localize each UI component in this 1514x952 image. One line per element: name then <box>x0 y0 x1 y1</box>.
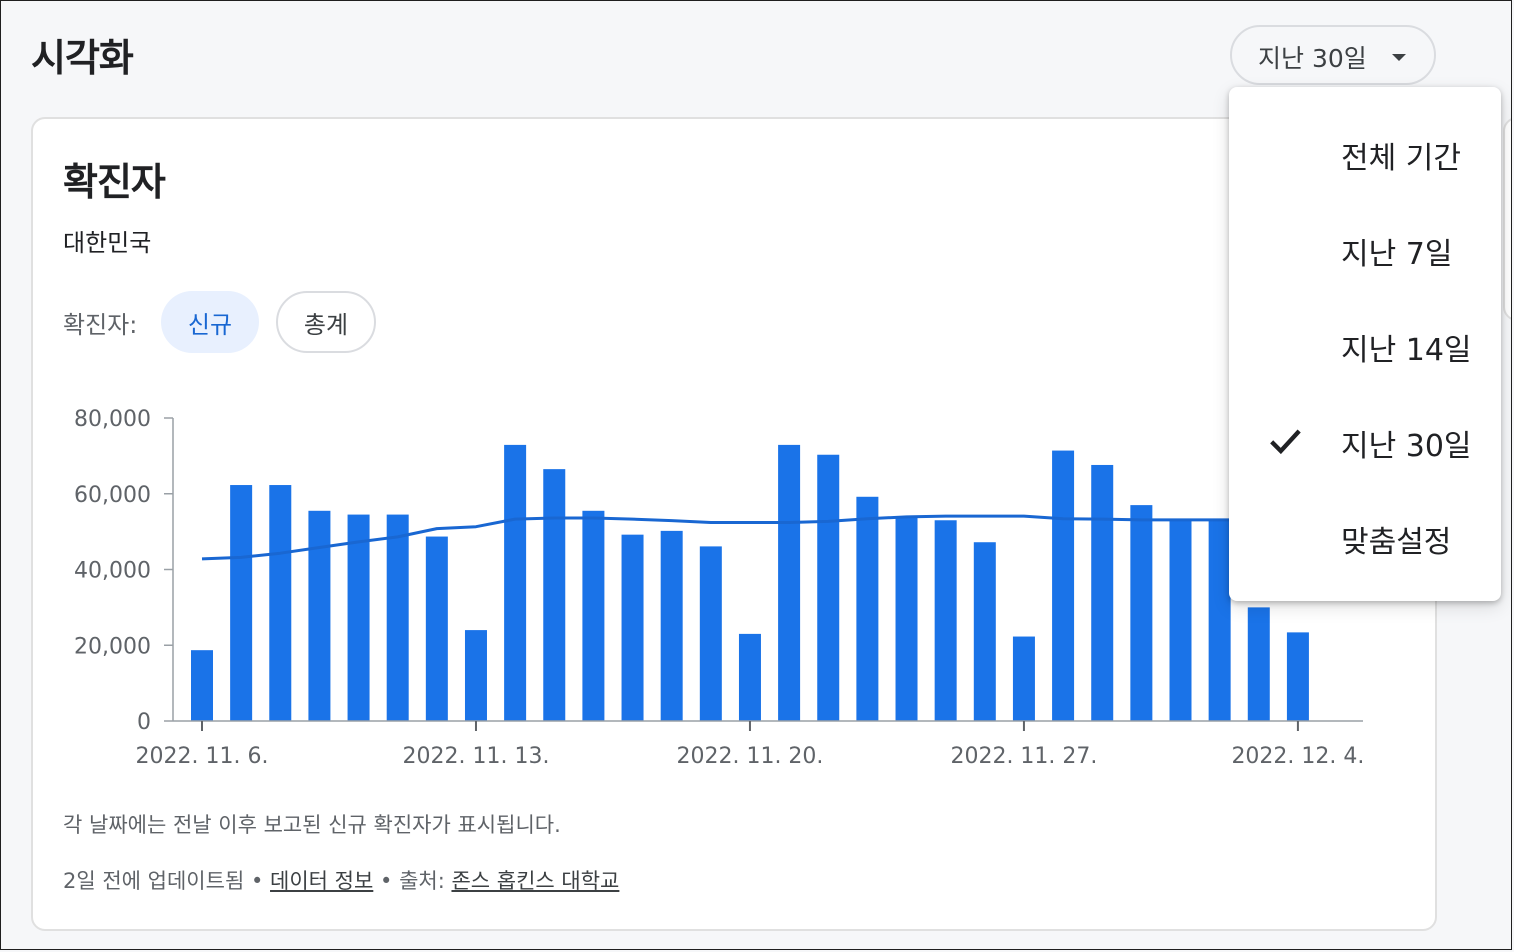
separator-dot: • <box>250 869 271 893</box>
check-icon <box>1270 429 1301 455</box>
page-title: 시각화 <box>31 36 134 80</box>
bar <box>191 650 213 721</box>
caret-down-icon <box>1392 54 1406 61</box>
bar <box>895 516 918 721</box>
date-range-dropdown[interactable]: 지난 30일 <box>1230 25 1436 85</box>
chip-total-cases[interactable]: 총계 <box>276 291 376 353</box>
chip-new-cases[interactable]: 신규 <box>161 291 259 353</box>
bar <box>738 633 761 721</box>
y-tick-label: 80,000 <box>74 407 151 432</box>
y-tick-label: 40,000 <box>74 559 151 584</box>
bar <box>504 444 527 721</box>
menu-item-last-14-days[interactable]: 지난 14일 <box>1229 295 1501 391</box>
bar <box>347 514 370 721</box>
bar <box>621 534 644 721</box>
menu-item-label: 지난 14일 <box>1341 333 1472 368</box>
bar <box>386 514 409 721</box>
menu-item-label: 지난 30일 <box>1341 429 1472 464</box>
x-tick-label: 2022. 12. 4. <box>1231 744 1364 769</box>
bar <box>543 469 566 721</box>
bar <box>1208 520 1231 721</box>
region-label: 대한민국 <box>63 229 152 257</box>
menu-item-label: 전체 기간 <box>1341 141 1461 176</box>
bar <box>269 485 292 721</box>
bar <box>1169 520 1192 721</box>
bar <box>660 530 683 721</box>
menu-item-last-7-days[interactable]: 지난 7일 <box>1229 199 1501 295</box>
x-tick-label: 2022. 11. 13. <box>403 744 550 769</box>
bar <box>778 444 801 721</box>
bar <box>934 520 957 721</box>
chip-group-label: 확진자: <box>63 311 138 339</box>
bar <box>973 542 996 721</box>
card-footer: 2일 전에 업데이트됨 • 데이터 정보 • 출처: 존스 홉킨스 대학교 <box>63 865 619 895</box>
bar <box>856 496 879 721</box>
source-link[interactable]: 존스 홉킨스 대학교 <box>451 869 619 893</box>
menu-item-label: 맞춤설정 <box>1341 525 1452 560</box>
bar <box>582 510 605 721</box>
bar <box>464 630 487 721</box>
date-range-label: 지난 30일 <box>1258 44 1367 73</box>
separator-dot: • <box>380 869 400 893</box>
source-label: 출처: <box>399 869 445 893</box>
bar <box>1012 636 1035 721</box>
menu-item-last-30-days[interactable]: 지난 30일 <box>1229 391 1501 487</box>
menu-item-all-time[interactable]: 전체 기간 <box>1229 103 1501 199</box>
x-tick-label: 2022. 11. 27. <box>950 744 1097 769</box>
card-title: 확진자 <box>63 160 166 204</box>
bar <box>1091 464 1114 721</box>
updated-text: 2일 전에 업데이트됨 <box>63 869 245 893</box>
y-tick-label: 0 <box>137 710 151 735</box>
bar <box>1130 505 1153 721</box>
data-info-link[interactable]: 데이터 정보 <box>270 869 373 893</box>
date-range-menu: 전체 기간 지난 7일 지난 14일 지난 30일 맞춤설정 <box>1229 87 1501 601</box>
bar <box>425 536 448 721</box>
x-tick-label: 2022. 11. 20. <box>676 744 823 769</box>
menu-item-label: 지난 7일 <box>1341 237 1453 272</box>
bar <box>1286 632 1309 721</box>
bar <box>1052 450 1075 721</box>
x-tick-label: 2022. 11. 6. <box>136 744 269 769</box>
bar <box>699 546 722 721</box>
bar <box>1247 607 1270 721</box>
menu-item-custom[interactable]: 맞춤설정 <box>1229 487 1501 583</box>
bar <box>230 485 253 721</box>
y-tick-label: 20,000 <box>74 634 151 659</box>
cases-bar-chart: 80,000 60,000 40,000 20,000 0 2022. 11. 6. 202… <box>74 407 1364 769</box>
bar <box>817 454 840 721</box>
y-tick-label: 60,000 <box>74 483 151 508</box>
bar <box>308 510 331 721</box>
app-frame: 시각화 지난 30일 확진자 대한민국 확진자: 신규 총계 80,000 60,… <box>0 0 1512 950</box>
chart-note: 각 날짜에는 전날 이후 보고된 신규 확진자가 표시됩니다. <box>63 813 561 837</box>
next-card-edge <box>1503 117 1511 321</box>
